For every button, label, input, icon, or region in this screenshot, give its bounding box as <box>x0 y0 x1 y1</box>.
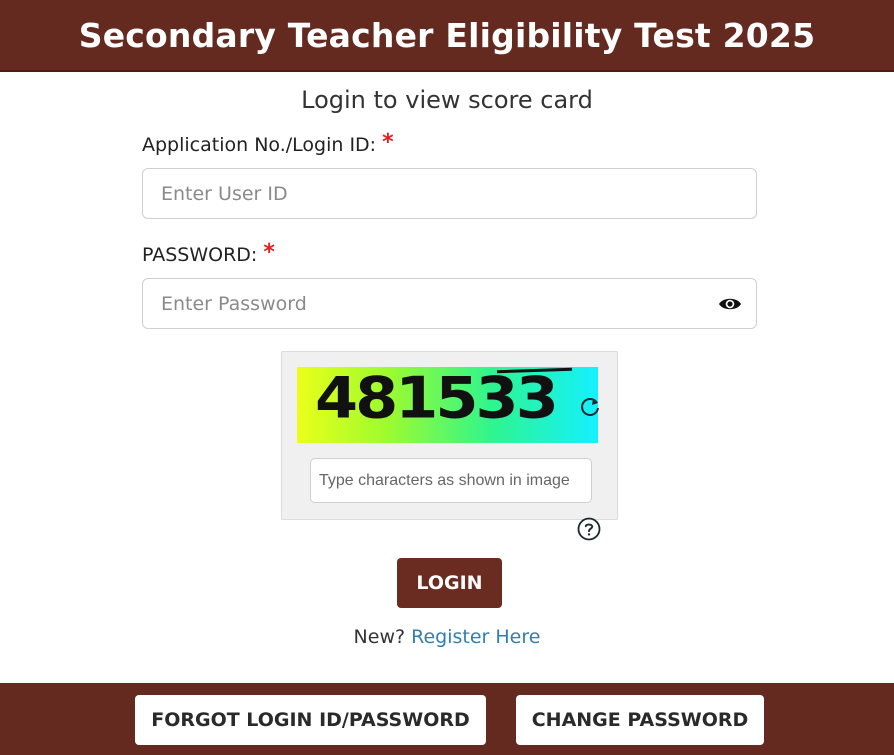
help-circle-icon[interactable] <box>577 517 601 541</box>
user-id-label-text: Application No./Login ID: <box>142 134 377 156</box>
password-label: PASSWORD: * <box>142 242 275 267</box>
required-mark: * <box>263 240 275 265</box>
forgot-login-button[interactable]: FORGOT LOGIN ID/PASSWORD <box>135 695 486 745</box>
page-header: Secondary Teacher Eligibility Test 2025 <box>0 0 894 72</box>
register-link[interactable]: Register Here <box>411 626 540 648</box>
footer-bar: FORGOT LOGIN ID/PASSWORD CHANGE PASSWORD <box>0 683 894 755</box>
captcha-image: 481533 <box>297 367 598 443</box>
user-id-input[interactable] <box>142 168 757 219</box>
register-line: New? Register Here <box>0 626 894 648</box>
user-id-label: Application No./Login ID: * <box>142 132 394 157</box>
page-title: Secondary Teacher Eligibility Test 2025 <box>78 15 816 55</box>
password-input[interactable] <box>142 278 757 329</box>
required-mark: * <box>382 130 394 155</box>
register-prefix: New? <box>353 626 406 648</box>
refresh-icon[interactable] <box>578 395 602 419</box>
captcha-input[interactable] <box>310 458 592 503</box>
login-button[interactable]: LOGIN <box>397 558 502 608</box>
password-label-text: PASSWORD: <box>142 244 258 266</box>
captcha-panel: 481533 <box>281 351 618 520</box>
login-subtitle: Login to view score card <box>301 86 593 114</box>
change-password-button[interactable]: CHANGE PASSWORD <box>516 695 764 745</box>
eye-icon[interactable] <box>716 292 744 316</box>
captcha-text: 481533 <box>315 367 559 432</box>
